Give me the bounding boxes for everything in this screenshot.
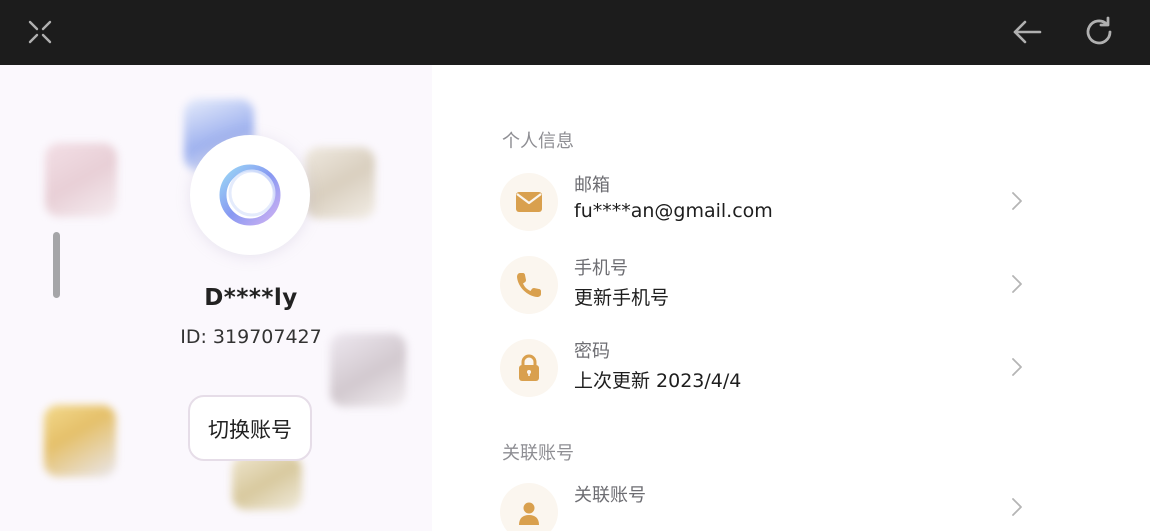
close-icon[interactable] — [23, 15, 57, 49]
background-artwork — [232, 455, 302, 510]
lock-icon — [500, 339, 558, 397]
switch-account-button[interactable]: 切换账号 — [188, 395, 312, 461]
chevron-right-icon — [1010, 357, 1024, 381]
top-bar — [0, 0, 1150, 65]
profile-panel: D****ly ID: 319707427 切换账号 — [0, 65, 432, 531]
linked-account-row[interactable]: 关联账号 — [500, 479, 1100, 531]
user-icon — [500, 483, 558, 531]
section-title-personal-info: 个人信息 — [502, 131, 574, 152]
phone-icon — [500, 256, 558, 314]
username: D****ly — [204, 285, 298, 311]
scrollbar-thumb[interactable] — [53, 232, 60, 298]
account-settings-panel: 个人信息 邮箱 fu****an@gmail.com 手机号 更新手机号 密码 … — [432, 65, 1150, 531]
arrow-left-icon[interactable] — [1010, 15, 1044, 49]
phone-value: 更新手机号 — [574, 287, 670, 309]
user-id: ID: 319707427 — [180, 326, 322, 348]
linked-account-label: 关联账号 — [574, 485, 646, 506]
phone-row[interactable]: 手机号 更新手机号 — [500, 252, 1100, 322]
password-value: 上次更新 2023/4/4 — [574, 370, 742, 392]
password-row[interactable]: 密码 上次更新 2023/4/4 — [500, 335, 1100, 405]
phone-label: 手机号 — [574, 258, 628, 279]
chevron-right-icon — [1010, 274, 1024, 298]
background-artwork — [44, 405, 116, 477]
section-title-linked-accounts: 关联账号 — [502, 443, 574, 464]
email-row[interactable]: 邮箱 fu****an@gmail.com — [500, 169, 1100, 239]
chevron-right-icon — [1010, 191, 1024, 215]
background-artwork — [305, 147, 375, 219]
email-value: fu****an@gmail.com — [574, 200, 773, 222]
refresh-icon[interactable] — [1082, 15, 1116, 49]
mail-icon — [500, 173, 558, 231]
avatar-ring-icon — [219, 164, 281, 226]
chevron-right-icon — [1010, 497, 1024, 521]
password-label: 密码 — [574, 341, 610, 362]
email-label: 邮箱 — [574, 175, 610, 196]
avatar[interactable] — [190, 135, 310, 255]
background-artwork — [45, 143, 117, 217]
